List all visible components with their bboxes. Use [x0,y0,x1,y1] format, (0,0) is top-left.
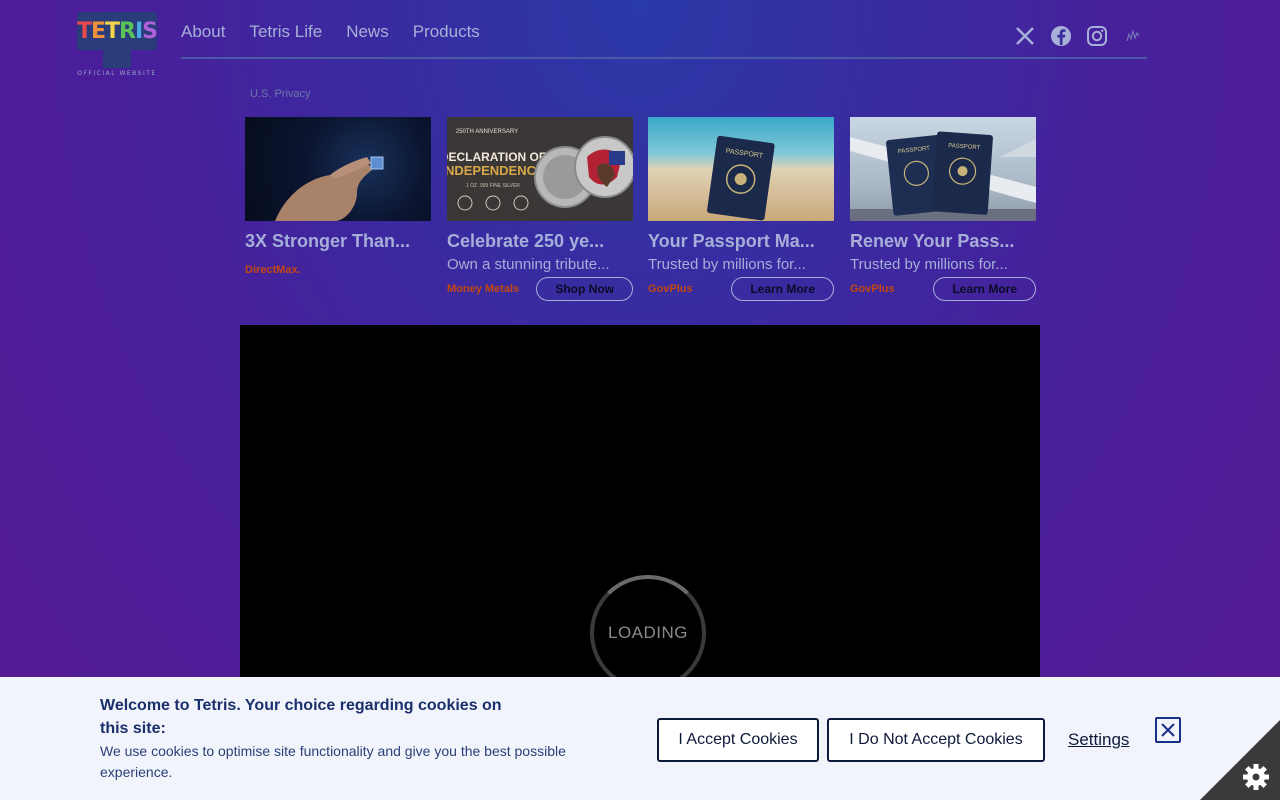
ad-image-silver-coin[interactable]: 250TH ANNIVERSARY DECLARATION OF INDEPEN… [447,117,633,221]
loading-text: LOADING [607,623,689,642]
ad-title[interactable]: Celebrate 250 ye... [447,231,633,252]
ad-source[interactable]: DirectMax. [245,264,301,276]
ad-card[interactable]: PASSPORT Your Passport Ma... Trusted by … [648,117,834,301]
nav-item-news[interactable]: News [346,22,389,42]
ad-image-passport-beach[interactable]: PASSPORT [648,117,834,221]
ad-title[interactable]: Your Passport Ma... [648,231,834,252]
ad-description[interactable]: Trusted by millions for... [850,256,1036,273]
tetris-logo[interactable]: TETRIS OFFICIAL WEBSITE [76,12,158,77]
instagram-icon[interactable] [1086,25,1108,47]
video-player[interactable]: LOADING [240,325,1040,705]
ad-source[interactable]: Money Metals [447,283,519,295]
nav-item-tetris-life[interactable]: Tetris Life [249,22,322,42]
nav-item-products[interactable]: Products [413,22,480,42]
close-banner-button[interactable] [1155,717,1181,743]
coin-independence-text: INDEPENDENCE [447,163,545,178]
learn-more-button[interactable]: Learn More [933,277,1036,301]
ad-title[interactable]: 3X Stronger Than... [245,231,431,252]
ad-source[interactable]: GovPlus [648,283,693,295]
ad-image-hand-chip[interactable] [245,117,431,221]
accept-cookies-button[interactable]: I Accept Cookies [657,718,819,762]
nav-divider [181,57,1147,59]
ad-footer: Money Metals Shop Now [447,277,633,301]
learn-more-button[interactable]: Learn More [731,277,834,301]
cookie-banner: Welcome to Tetris. Your choice regarding… [0,677,1280,800]
nav-item-about[interactable]: About [181,22,225,42]
logo-stem [103,48,131,68]
social-links [1014,25,1144,47]
coin-fine-silver-text: 1 OZ .999 FINE SILVER [466,183,520,189]
tiktok-icon[interactable] [1122,25,1144,47]
ad-description[interactable]: Trusted by millions for... [648,256,834,273]
ad-grid: 3X Stronger Than... DirectMax. 250TH ANN… [245,117,1036,307]
ad-footer: GovPlus Learn More [648,277,834,301]
ad-description[interactable]: Own a stunning tribute... [447,256,633,273]
ad-source[interactable]: GovPlus [850,283,895,295]
ad-title[interactable]: Renew Your Pass... [850,231,1036,252]
facebook-icon[interactable] [1050,25,1072,47]
cookie-title: Welcome to Tetris. Your choice regarding… [100,697,502,737]
gear-icon [1243,764,1269,790]
close-icon [1161,723,1175,737]
ad-card[interactable]: 250TH ANNIVERSARY DECLARATION OF INDEPEN… [447,117,633,301]
cookie-preferences-toggle[interactable] [1200,720,1280,800]
logo-text: TETRIS [76,18,158,44]
logo-subtitle: OFFICIAL WEBSITE [77,70,157,77]
site-header: TETRIS OFFICIAL WEBSITE About Tetris Lif… [0,0,1280,80]
x-icon[interactable] [1014,25,1036,47]
ad-card[interactable]: PASSPORT PASSPORT Renew Your Pass... Tru… [850,117,1036,301]
main-nav: About Tetris Life News Products [181,22,480,42]
logo-box: TETRIS [76,12,158,50]
shop-now-button[interactable]: Shop Now [536,277,633,301]
decline-cookies-button[interactable]: I Do Not Accept Cookies [827,718,1045,762]
us-privacy-link[interactable]: U.S. Privacy [250,88,311,100]
coin-anniversary-text: 250TH ANNIVERSARY [456,129,518,135]
ad-footer: GovPlus Learn More [850,277,1036,301]
coin-declaration-text: DECLARATION OF [447,150,546,164]
cookie-settings-link[interactable]: Settings [1068,730,1129,750]
ad-footer: DirectMax. [245,258,431,282]
ad-card[interactable]: 3X Stronger Than... DirectMax. [245,117,431,282]
cookie-description: We use cookies to optimise site function… [100,743,566,780]
ad-image-passports-plane[interactable]: PASSPORT PASSPORT [850,117,1036,221]
